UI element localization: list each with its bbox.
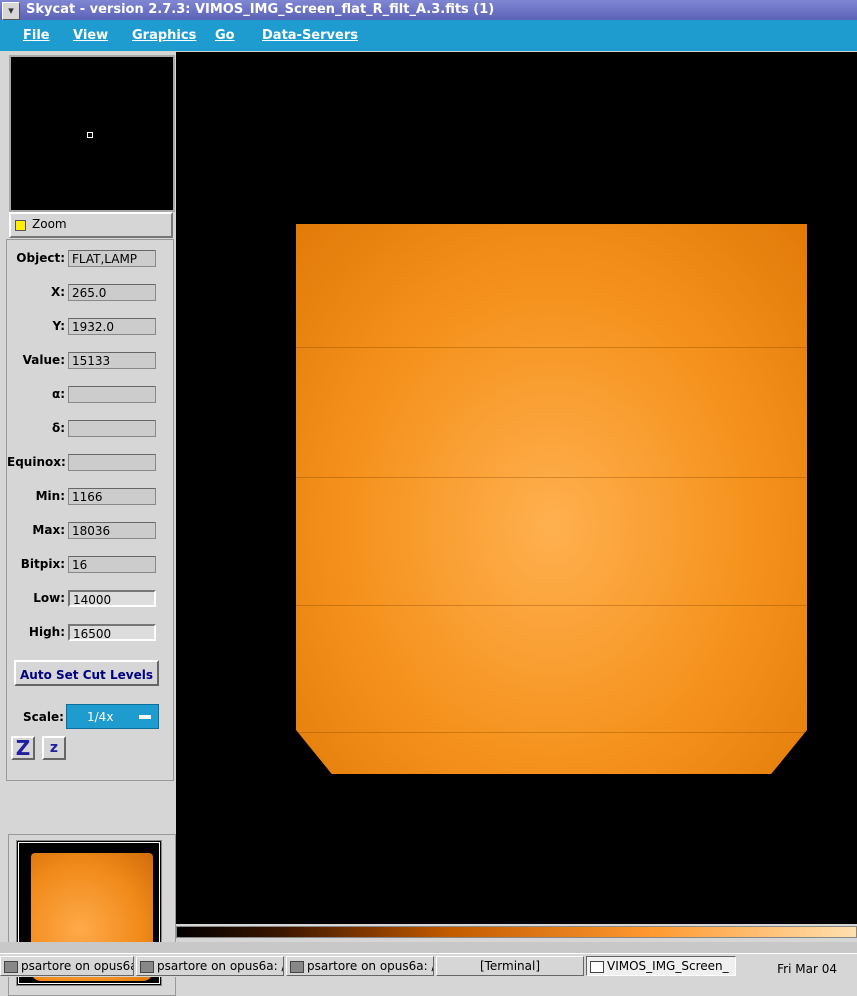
zoom-toggle[interactable]: Zoom	[9, 212, 173, 238]
task-button[interactable]: psartore on opus6a: /h	[136, 956, 284, 976]
clock: Fri Mar 04	[777, 962, 837, 976]
window-menu-icon[interactable]: ▾	[2, 2, 20, 20]
terminal-icon	[290, 960, 304, 973]
scale-menu-button[interactable]: 1/4x	[66, 704, 159, 729]
menu-graphics[interactable]: Graphics	[132, 28, 196, 43]
object-field: FLAT,LAMP	[68, 250, 156, 267]
x-label: X:	[50, 285, 65, 299]
high-input[interactable]: 16500	[68, 624, 156, 641]
alpha-field	[68, 386, 156, 403]
high-label: High:	[28, 625, 65, 639]
x-field: 265.0	[68, 284, 156, 301]
task-button[interactable]: psartore on opus6a: /	[286, 956, 434, 976]
terminal-icon	[4, 960, 18, 973]
terminal-icon	[140, 960, 154, 973]
zoom-in-button[interactable]: Z	[11, 736, 35, 760]
delta-label: δ:	[51, 421, 65, 435]
task-label: [Terminal]	[479, 959, 541, 973]
menu-file[interactable]: File	[23, 28, 50, 43]
image-canvas[interactable]	[176, 52, 857, 924]
y-field: 1932.0	[68, 318, 156, 335]
menu-data-servers[interactable]: Data-Servers	[262, 28, 358, 43]
max-label: Max:	[32, 523, 65, 537]
taskbar: psartore on opus6a: / psartore on opus6a…	[0, 953, 857, 977]
menu-go[interactable]: Go	[215, 28, 235, 43]
title-bar: ▾ Skycat - version 2.7.3: VIMOS_IMG_Scre…	[0, 0, 857, 20]
task-button-active[interactable]: VIMOS_IMG_Screen_	[586, 956, 736, 976]
zoom-label: Zoom	[32, 217, 67, 231]
window-icon	[590, 960, 604, 973]
bitpix-field: 16	[68, 556, 156, 573]
task-label: psartore on opus6a: /	[21, 959, 133, 973]
pan-marker[interactable]	[87, 132, 93, 138]
task-button[interactable]: [Terminal]	[436, 956, 584, 976]
info-panel: Object: FLAT,LAMP X: 265.0 Y: 1932.0 Val…	[6, 239, 174, 781]
min-field: 1166	[68, 488, 156, 505]
task-label: VIMOS_IMG_Screen_	[607, 959, 729, 973]
bitpix-label: Bitpix:	[20, 557, 65, 571]
task-label: psartore on opus6a: /	[307, 959, 434, 973]
low-input[interactable]: 14000	[68, 590, 156, 607]
control-panel: Zoom Object: FLAT,LAMP X: 265.0 Y: 1932.…	[4, 52, 176, 996]
value-field: 15133	[68, 352, 156, 369]
window-title: Skycat - version 2.7.3: VIMOS_IMG_Screen…	[26, 2, 495, 17]
task-button[interactable]: psartore on opus6a: /	[0, 956, 134, 976]
menu-view[interactable]: View	[73, 28, 108, 43]
low-label: Low:	[33, 591, 65, 605]
object-label: Object:	[16, 251, 65, 265]
fits-image	[296, 224, 807, 774]
task-label: psartore on opus6a: /h	[157, 959, 284, 973]
auto-set-cut-levels-button[interactable]: Auto Set Cut Levels	[14, 660, 159, 686]
zoom-out-button[interactable]: z	[42, 736, 66, 760]
pan-window[interactable]	[9, 55, 175, 212]
zoom-indicator-icon	[15, 220, 26, 231]
alpha-label: α:	[51, 387, 65, 401]
delta-field	[68, 420, 156, 437]
menu-bar: File View Graphics Go Data-Servers	[0, 20, 857, 51]
equinox-field	[68, 454, 156, 471]
colorbar	[176, 926, 857, 938]
option-menu-icon	[139, 715, 151, 719]
value-label: Value:	[22, 353, 65, 367]
equinox-label: Equinox:	[7, 455, 66, 469]
min-label: Min:	[35, 489, 65, 503]
scale-value: 1/4x	[87, 710, 114, 724]
y-label: Y:	[52, 319, 65, 333]
max-field: 18036	[68, 522, 156, 539]
scale-label: Scale:	[23, 710, 64, 724]
